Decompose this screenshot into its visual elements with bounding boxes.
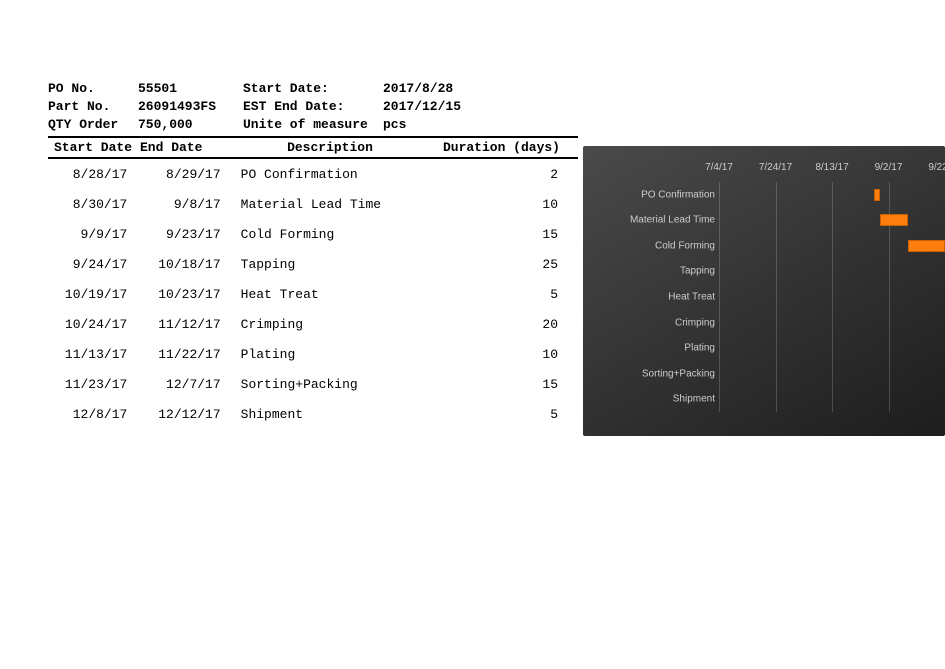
- cell-start: 11/23/17: [48, 377, 141, 392]
- table-row: 10/24/1711/12/17Crimping20: [48, 309, 578, 339]
- cell-end: 9/8/17: [141, 197, 234, 212]
- col-end: End Date: [134, 140, 220, 155]
- gantt-bar: [874, 189, 880, 201]
- cell-dur: 20: [459, 317, 578, 332]
- cell-dur: 10: [459, 347, 578, 362]
- x-axis-label: 9/22/17: [928, 162, 945, 173]
- x-axis-label: 9/2/17: [875, 162, 903, 173]
- cell-dur: 2: [459, 167, 578, 182]
- table-row: 8/30/179/8/17Material Lead Time10: [48, 189, 578, 219]
- cell-start: 10/24/17: [48, 317, 141, 332]
- meta-row-po: PO No. 55501 Start Date: 2017/8/28: [48, 80, 578, 98]
- cell-end: 8/29/17: [141, 167, 234, 182]
- cell-desc: Crimping: [235, 317, 459, 332]
- cell-dur: 10: [459, 197, 578, 212]
- part-no-label: Part No.: [48, 98, 138, 116]
- est-end-label: EST End Date:: [243, 98, 373, 116]
- y-axis-label: Tapping: [585, 266, 715, 277]
- table-row: 8/28/178/29/17PO Confirmation2: [48, 159, 578, 189]
- cell-dur: 25: [459, 257, 578, 272]
- table-row: 12/8/1712/12/17Shipment5: [48, 399, 578, 429]
- cell-dur: 15: [459, 227, 578, 242]
- po-no-label: PO No.: [48, 80, 138, 98]
- gridline: [832, 182, 833, 412]
- x-axis-label: 7/24/17: [759, 162, 792, 173]
- gantt-bar: [908, 240, 945, 252]
- y-axis-label: Cold Forming: [585, 240, 715, 251]
- cell-desc: Cold Forming: [235, 227, 459, 242]
- cell-start: 10/19/17: [48, 287, 141, 302]
- cell-start: 8/28/17: [48, 167, 141, 182]
- part-no-value: 26091493FS: [138, 98, 243, 116]
- y-axis-label: Material Lead Time: [585, 215, 715, 226]
- table-row: 9/9/179/23/17Cold Forming15: [48, 219, 578, 249]
- y-axis-label: PO Confirmation: [585, 189, 715, 200]
- uom-value: pcs: [373, 116, 503, 134]
- uom-label: Unite of measure: [243, 116, 373, 134]
- cell-desc: Shipment: [235, 407, 459, 422]
- col-dur: Duration (days): [440, 140, 564, 155]
- cell-end: 12/7/17: [141, 377, 234, 392]
- gridline: [719, 182, 720, 412]
- qty-label: QTY Order: [48, 116, 138, 134]
- cell-end: 11/12/17: [141, 317, 234, 332]
- schedule-table: PO No. 55501 Start Date: 2017/8/28 Part …: [48, 80, 578, 429]
- cell-end: 11/22/17: [141, 347, 234, 362]
- y-axis-label: Crimping: [585, 317, 715, 328]
- table-row: 11/13/1711/22/17Plating10: [48, 339, 578, 369]
- table-row: 11/23/1712/7/17Sorting+Packing15: [48, 369, 578, 399]
- x-axis-label: 7/4/17: [705, 162, 733, 173]
- column-headers: Start Date End Date Description Duration…: [48, 136, 578, 159]
- cell-desc: PO Confirmation: [235, 167, 459, 182]
- cell-start: 9/24/17: [48, 257, 141, 272]
- start-date-label: Start Date:: [243, 80, 373, 98]
- cell-dur: 15: [459, 377, 578, 392]
- cell-end: 10/23/17: [141, 287, 234, 302]
- cell-desc: Heat Treat: [235, 287, 459, 302]
- chart-plot-area: [719, 182, 945, 412]
- table-row: 9/24/1710/18/17Tapping25: [48, 249, 578, 279]
- cell-desc: Plating: [235, 347, 459, 362]
- cell-end: 9/23/17: [141, 227, 234, 242]
- meta-row-qty: QTY Order 750,000 Unite of measure pcs: [48, 116, 578, 134]
- gantt-chart: 7/4/17 7/24/17 8/13/17 9/2/17 9/22/17 PO Conf…: [583, 146, 945, 436]
- cell-desc: Sorting+Packing: [235, 377, 459, 392]
- y-axis-label: Sorting+Packing: [585, 368, 715, 379]
- meta-row-part: Part No. 26091493FS EST End Date: 2017/1…: [48, 98, 578, 116]
- po-no-value: 55501: [138, 80, 243, 98]
- cell-start: 9/9/17: [48, 227, 141, 242]
- cell-start: 12/8/17: [48, 407, 141, 422]
- start-date-value: 2017/8/28: [373, 80, 503, 98]
- y-axis-label: Plating: [585, 343, 715, 354]
- cell-dur: 5: [459, 287, 578, 302]
- cell-start: 11/13/17: [48, 347, 141, 362]
- table-row: 10/19/1710/23/17Heat Treat5: [48, 279, 578, 309]
- task-body: 8/28/178/29/17PO Confirmation28/30/179/8…: [48, 159, 578, 429]
- y-axis-label: Heat Treat: [585, 292, 715, 303]
- y-axis-label: Shipment: [585, 394, 715, 405]
- x-axis-label: 8/13/17: [815, 162, 848, 173]
- gridline: [776, 182, 777, 412]
- qty-value: 750,000: [138, 116, 243, 134]
- cell-desc: Material Lead Time: [235, 197, 459, 212]
- col-start: Start Date: [48, 140, 134, 155]
- cell-dur: 5: [459, 407, 578, 422]
- est-end-value: 2017/12/15: [373, 98, 503, 116]
- cell-end: 10/18/17: [141, 257, 234, 272]
- cell-desc: Tapping: [235, 257, 459, 272]
- cell-end: 12/12/17: [141, 407, 234, 422]
- col-desc: Description: [220, 140, 440, 155]
- gantt-bar: [880, 214, 908, 226]
- cell-start: 8/30/17: [48, 197, 141, 212]
